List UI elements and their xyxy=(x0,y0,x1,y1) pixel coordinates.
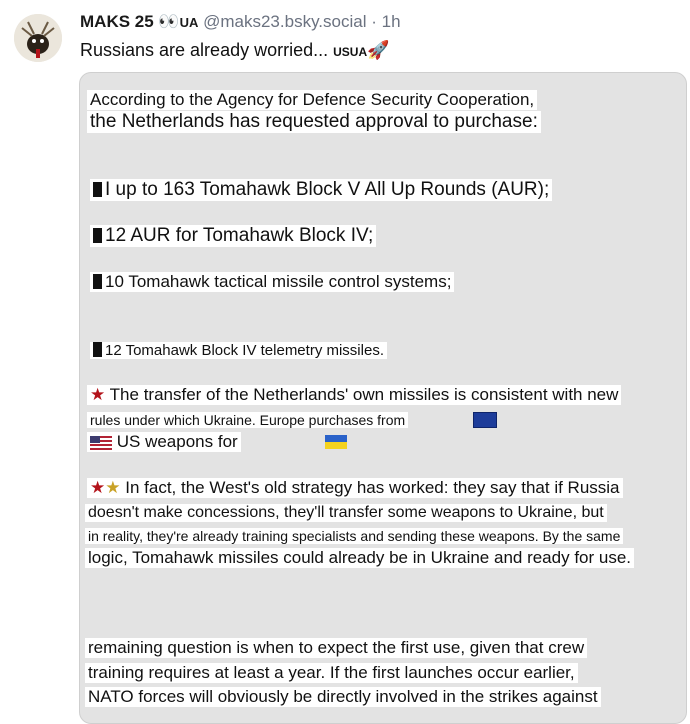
embed-line: US weapons for xyxy=(87,432,241,452)
post-text: Russians are already worried... USUA🚀 xyxy=(80,40,390,61)
post-header: MAKS 25 👀UA @maks23.bsky.social · 1h xyxy=(80,12,401,32)
embed-bullet-line: I up to 163 Tomahawk Block V All Up Roun… xyxy=(90,179,553,201)
post-text-body: Russians are already worried... xyxy=(80,40,329,60)
embed-line: ★ The transfer of the Netherlands' own m… xyxy=(87,385,622,405)
us-flag-icon xyxy=(90,435,112,450)
embed-bullet-line: 10 Tomahawk tactical missile control sys… xyxy=(90,272,455,292)
avatar-image xyxy=(14,14,62,62)
author-name[interactable]: MAKS 25 xyxy=(80,12,154,31)
author-handle[interactable]: @maks23.bsky.social xyxy=(203,12,366,31)
embedded-image[interactable]: According to the Agency for Defence Secu… xyxy=(79,72,687,724)
rocket-icon: 🚀 xyxy=(367,40,390,60)
embed-line: rules under which Ukraine. Europe purcha… xyxy=(87,412,409,428)
bullet-icon xyxy=(93,182,102,197)
bullet-icon xyxy=(93,274,102,289)
red-star-icon: ★ xyxy=(90,478,106,497)
ukraine-flag-icon xyxy=(325,435,347,449)
embed-line: According to the Agency for Defence Secu… xyxy=(87,90,538,110)
embed-line: remaining question is when to expect the… xyxy=(85,638,588,658)
embed-line: NATO forces will obviously be directly i… xyxy=(85,687,601,707)
avatar[interactable] xyxy=(14,14,62,62)
bullet-icon xyxy=(93,228,102,243)
author-flag-badge: UA xyxy=(179,15,199,30)
red-star-icon: ★ xyxy=(90,385,106,404)
embed-bullet-line: 12 AUR for Tomahawk Block IV; xyxy=(90,225,377,247)
embed-line: doesn't make concessions, they'll transf… xyxy=(85,504,607,522)
eu-flag-icon xyxy=(473,412,497,428)
embed-line: logic, Tomahawk missiles could already b… xyxy=(85,548,635,568)
embed-line: ★★ In fact, the West's old strategy has … xyxy=(87,478,623,498)
embed-bullet-line: 12 Tomahawk Block IV telemetry missiles. xyxy=(90,342,387,359)
separator-dot: · xyxy=(371,12,377,31)
post-time[interactable]: 1h xyxy=(382,12,401,31)
eyes-emoji: 👀 xyxy=(158,12,180,31)
embed-line: the Netherlands has requested approval t… xyxy=(87,111,541,133)
embed-line: training requires at least a year. If th… xyxy=(85,663,578,683)
gold-star-icon: ★ xyxy=(105,478,121,497)
embed-line: in reality, they're already training spe… xyxy=(85,528,624,544)
bullet-icon xyxy=(93,342,102,357)
flags-text: USUA xyxy=(333,45,368,59)
